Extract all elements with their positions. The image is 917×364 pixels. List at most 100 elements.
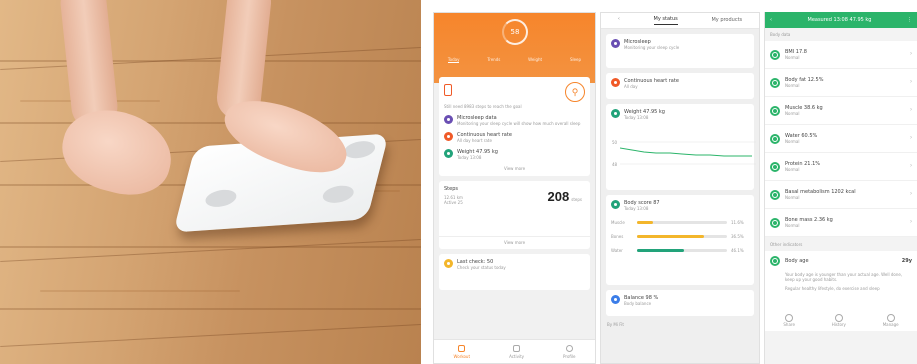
metric-row[interactable]: Water 60.5% Normal › xyxy=(765,125,917,153)
item-desc: All day heart rate xyxy=(457,138,492,143)
weight-card[interactable]: Weight 47.95 kg Today 13:08 50 48 xyxy=(606,104,756,190)
back-icon[interactable]: ‹ xyxy=(770,17,772,23)
view-more-link[interactable]: View more xyxy=(444,166,585,171)
metric-desc: Normal xyxy=(785,167,800,172)
metric-row[interactable]: Protein 21.1% Normal › xyxy=(765,153,917,181)
calendar-card[interactable]: Last check: 50 Check your status today xyxy=(439,254,590,290)
weight-desc: Today 13:08 xyxy=(624,115,649,120)
bar-label: Muscle xyxy=(611,220,625,225)
body-age-icon xyxy=(770,256,780,266)
sleep-card[interactable]: Microsleep Monitoring your sleep cycle xyxy=(606,34,754,68)
sleep-icon xyxy=(444,115,453,124)
steps-value: 208 xyxy=(547,189,570,204)
body-score-icon xyxy=(611,200,620,209)
summary-card[interactable]: ⚲ Still need 8983 steps to reach the goa… xyxy=(439,77,590,176)
weight-icon xyxy=(444,149,453,158)
bar-track xyxy=(637,249,727,252)
item-desc: Today 13:08 xyxy=(457,155,482,160)
scale-electrode xyxy=(320,184,356,204)
action-label: History xyxy=(831,322,846,327)
weight-trend-chart xyxy=(620,141,756,165)
nav-label: Profile xyxy=(563,353,576,359)
list-item[interactable]: Continuous heart rate All day heart rate xyxy=(444,132,585,143)
item-desc: All day xyxy=(624,84,638,89)
bottom-actions: Share History Manage xyxy=(765,314,917,327)
share-icon xyxy=(785,314,794,322)
nav-activity[interactable]: Activity xyxy=(509,344,525,359)
composition-bar-row: Muscle 11.6% xyxy=(611,220,749,225)
share-button[interactable]: Share xyxy=(783,314,795,327)
metrics-list: BMI 17.8 Normal › Body fat 12.5% Normal › … xyxy=(765,41,917,237)
balance-desc: Body balance xyxy=(624,301,652,306)
back-icon[interactable]: ‹ xyxy=(618,17,620,24)
scale-electrode xyxy=(203,188,239,208)
metric-row[interactable]: Body fat 12.5% Normal › xyxy=(765,69,917,97)
chevron-right-icon: › xyxy=(910,79,912,85)
metric-icon xyxy=(770,189,780,200)
steps-unit: steps xyxy=(571,197,582,202)
manage-icon xyxy=(886,314,895,322)
body-age-card[interactable]: Body age 29y Your body age is younger th… xyxy=(765,251,917,331)
chevron-right-icon: › xyxy=(910,163,912,169)
product-photo xyxy=(0,0,421,364)
manage-button[interactable]: Manage xyxy=(883,314,899,327)
nav-label: Activity xyxy=(509,353,525,359)
balance-card[interactable]: Balance 98 % Body balance xyxy=(606,290,754,316)
heart-card[interactable]: Continuous heart rate All day xyxy=(606,73,754,99)
more-icon[interactable]: ⋮ xyxy=(907,17,912,23)
metric-icon xyxy=(770,133,780,144)
tab-trends[interactable]: Trends xyxy=(487,57,500,63)
metric-icon xyxy=(770,161,780,172)
bar-track xyxy=(637,235,727,238)
tab-my-status[interactable]: My status xyxy=(653,16,678,25)
view-more-link[interactable]: View more xyxy=(439,236,590,245)
section-title: Other indicators xyxy=(770,242,803,247)
item-desc: Monitoring your sleep cycle will show ho… xyxy=(457,121,581,126)
bar-label: Water xyxy=(611,248,623,253)
nav-profile[interactable]: Profile xyxy=(563,344,576,359)
measurement-header: Measured 13:08 47.95 kg xyxy=(807,17,872,23)
bar-fill xyxy=(637,235,704,238)
metric-row[interactable]: Muscle 38.6 kg Normal › xyxy=(765,97,917,125)
chevron-right-icon: › xyxy=(910,51,912,57)
body-age-value: 29y xyxy=(901,258,912,264)
nav-workout[interactable]: Workout xyxy=(454,344,470,359)
steps-card[interactable]: Steps 12.61 km Active 25 208 steps View … xyxy=(439,181,590,249)
axis-label: 50 xyxy=(612,140,618,145)
chevron-right-icon: › xyxy=(910,191,912,197)
metric-row[interactable]: BMI 17.8 Normal › xyxy=(765,41,917,69)
hero-header: 58 Today Trends Weight Sleep xyxy=(434,13,595,83)
metric-row[interactable]: Basal metabolism 1202 kcal Normal › xyxy=(765,181,917,209)
bar-fill xyxy=(637,221,654,224)
app-screen-status: ‹ My status My products Microsleep Monit… xyxy=(600,12,760,364)
list-item[interactable]: Microsleep data Monitoring your sleep cy… xyxy=(444,115,585,126)
body-age-title: Body age xyxy=(785,258,809,264)
list-item[interactable]: Weight 47.95 kg Today 13:08 xyxy=(444,149,585,160)
tab-today[interactable]: Today xyxy=(447,57,460,63)
chevron-right-icon: › xyxy=(910,135,912,141)
tab-my-products[interactable]: My products xyxy=(711,17,742,25)
green-header: ‹ Measured 13:08 47.95 kg ⋮ xyxy=(765,12,917,28)
composition-bar-row: Water 46.1% xyxy=(611,248,749,253)
bottom-nav: Workout Activity Profile xyxy=(434,339,595,363)
history-button[interactable]: History xyxy=(832,314,846,327)
status-tabs: ‹ My status My products xyxy=(601,13,759,29)
hero-tabs: Today Trends Weight Sleep xyxy=(434,57,595,63)
history-icon xyxy=(834,314,843,322)
bar-value: 36.5% xyxy=(731,234,744,239)
tab-weight[interactable]: Weight xyxy=(528,57,542,63)
heart-icon xyxy=(611,78,620,87)
tab-sleep[interactable]: Sleep xyxy=(570,57,581,63)
body-age-desc: Your body age is younger than your actua… xyxy=(785,272,903,282)
phone-icon xyxy=(444,84,452,96)
weight-icon xyxy=(611,109,620,118)
calendar-desc: Check your status today xyxy=(457,265,506,270)
activity-ring[interactable]: 58 xyxy=(502,19,528,45)
walking-icon[interactable]: ⚲ xyxy=(565,82,585,102)
action-label: Manage xyxy=(882,322,899,327)
body-score-card[interactable]: Body score 87 Today 13:08 Muscle 11.6% B… xyxy=(606,195,754,285)
wood-grain xyxy=(40,290,240,292)
chevron-right-icon: › xyxy=(910,219,912,225)
metric-desc: Normal xyxy=(785,139,800,144)
metric-row[interactable]: Bone mass 2.36 kg Normal › xyxy=(765,209,917,237)
